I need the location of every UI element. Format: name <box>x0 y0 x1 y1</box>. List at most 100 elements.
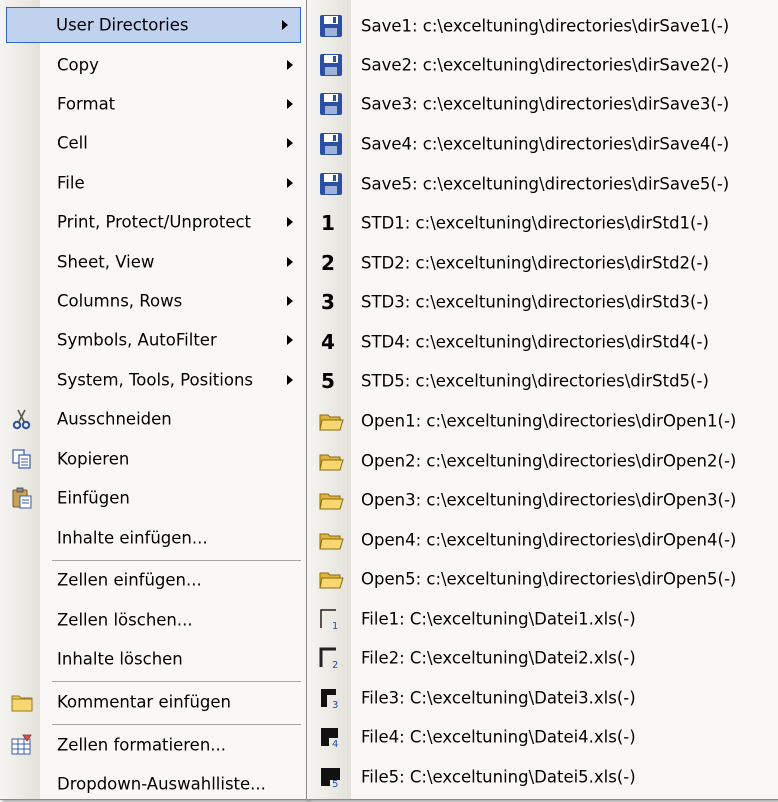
submenu-item-file5[interactable]: 5 File5: C:\exceltuning\Datei5.xls(-) <box>309 758 776 796</box>
submenu-item-file2[interactable]: 2 File2: C:\exceltuning\Datei2.xls(-) <box>309 639 776 677</box>
number-4-icon: 4 <box>321 330 335 354</box>
open-folder-icon <box>318 448 344 474</box>
menu-item-kommentar-einfuegen[interactable]: Kommentar einfügen <box>2 684 305 720</box>
submenu-item-label: STD4: c:\exceltuning\directories\dirStd4… <box>361 332 709 352</box>
open-folder-icon <box>318 408 344 434</box>
submenu-item-label: Save2: c:\exceltuning\directories\dirSav… <box>361 55 730 75</box>
submenu-item-std1[interactable]: 1 STD1: c:\exceltuning\directories\dirSt… <box>309 204 776 242</box>
menu-item-symbols-autofilter[interactable]: Symbols, AutoFilter <box>2 322 305 358</box>
save-icon <box>318 13 344 39</box>
menu-item-label: Kommentar einfügen <box>57 692 231 712</box>
svg-text:2: 2 <box>332 660 338 671</box>
menu-item-label: File <box>57 173 85 193</box>
menu-item-dropdown-auswahlliste[interactable]: Dropdown-Auswahlliste... <box>2 766 305 802</box>
menu-item-copy[interactable]: Copy <box>2 47 305 83</box>
submenu-arrow-icon <box>287 60 293 70</box>
submenu-item-label: Open1: c:\exceltuning\directories\dirOpe… <box>361 411 737 431</box>
menu-separator <box>52 681 301 682</box>
svg-text:1: 1 <box>332 621 338 632</box>
save-icon <box>318 91 344 117</box>
menu-item-print-protect[interactable]: Print, Protect/Unprotect <box>2 204 305 240</box>
submenu-item-label: File1: C:\exceltuning\Datei1.xls(-) <box>361 609 636 629</box>
menu-item-einfuegen[interactable]: Einfügen <box>2 480 305 516</box>
save-icon <box>318 131 344 157</box>
submenu-item-label: STD2: c:\exceltuning\directories\dirStd2… <box>361 253 709 273</box>
menu-item-zellen-einfuegen[interactable]: Zellen einfügen... <box>2 562 305 598</box>
file-2-icon: 2 <box>318 645 344 671</box>
file-4-icon: 4 <box>318 724 344 750</box>
submenu-arrow-icon <box>287 217 293 227</box>
menu-item-cell[interactable]: Cell <box>2 125 305 161</box>
menu-item-sheet-view[interactable]: Sheet, View <box>2 244 305 280</box>
menu-item-file[interactable]: File <box>2 165 305 201</box>
menu-item-zellen-loeschen[interactable]: Zellen löschen... <box>2 602 305 638</box>
menu-item-kopieren[interactable]: Kopieren <box>2 441 305 477</box>
menu-item-label: Columns, Rows <box>57 291 183 311</box>
menu-separator <box>52 724 301 725</box>
submenu-item-label: STD1: c:\exceltuning\directories\dirStd1… <box>361 213 709 233</box>
menu-item-label: Einfügen <box>57 488 130 508</box>
menu-item-label: Zellen einfügen... <box>57 570 202 590</box>
submenu-arrow-icon <box>287 375 293 385</box>
menu-separator <box>52 560 301 561</box>
open-folder-icon <box>318 566 344 592</box>
submenu-item-label: File2: C:\exceltuning\Datei2.xls(-) <box>361 648 636 668</box>
format-cells-icon <box>10 733 34 757</box>
submenu-item-label: Save1: c:\exceltuning\directories\dirSav… <box>361 16 730 36</box>
menu-item-label: Zellen formatieren... <box>57 735 227 755</box>
submenu-item-open4[interactable]: Open4: c:\exceltuning\directories\dirOpe… <box>309 521 776 559</box>
submenu-item-label: File5: C:\exceltuning\Datei5.xls(-) <box>361 767 636 787</box>
menu-item-user-directories[interactable]: User Directories <box>6 7 301 43</box>
number-3-icon: 3 <box>321 290 335 314</box>
number-1-icon: 1 <box>321 211 335 235</box>
menu-item-label: Ausschneiden <box>57 409 172 429</box>
submenu-item-save3[interactable]: Save3: c:\exceltuning\directories\dirSav… <box>309 85 776 123</box>
menu-item-label: System, Tools, Positions <box>57 370 253 390</box>
save-icon <box>318 171 344 197</box>
submenu-item-save5[interactable]: Save5: c:\exceltuning\directories\dirSav… <box>309 165 776 203</box>
submenu-item-open1[interactable]: Open1: c:\exceltuning\directories\dirOpe… <box>309 402 776 440</box>
submenu-item-label: STD3: c:\exceltuning\directories\dirStd3… <box>361 292 709 312</box>
submenu-item-save4[interactable]: Save4: c:\exceltuning\directories\dirSav… <box>309 125 776 163</box>
submenu-item-save2[interactable]: Save2: c:\exceltuning\directories\dirSav… <box>309 46 776 84</box>
submenu-arrow-icon <box>287 99 293 109</box>
menu-item-cut[interactable]: Ausschneiden <box>2 401 305 437</box>
submenu-item-std5[interactable]: 5 STD5: c:\exceltuning\directories\dirSt… <box>309 362 776 400</box>
menu-item-inhalte-loeschen[interactable]: Inhalte löschen <box>2 641 305 677</box>
menu-item-format[interactable]: Format <box>2 86 305 122</box>
menu-item-label: Dropdown-Auswahlliste... <box>57 774 266 794</box>
menu-item-zellen-formatieren[interactable]: Zellen formatieren... <box>2 727 305 763</box>
submenu-item-std4[interactable]: 4 STD4: c:\exceltuning\directories\dirSt… <box>309 323 776 361</box>
submenu-item-file3[interactable]: 3 File3: C:\exceltuning\Datei3.xls(-) <box>309 679 776 717</box>
submenu-item-label: Save3: c:\exceltuning\directories\dirSav… <box>361 94 730 114</box>
save-icon <box>318 52 344 78</box>
submenu-arrow-icon <box>287 335 293 345</box>
submenu-item-open5[interactable]: Open5: c:\exceltuning\directories\dirOpe… <box>309 560 776 598</box>
submenu-item-open2[interactable]: Open2: c:\exceltuning\directories\dirOpe… <box>309 442 776 480</box>
submenu-item-label: Save4: c:\exceltuning\directories\dirSav… <box>361 134 730 154</box>
menu-item-inhalte-einfuegen[interactable]: Inhalte einfügen... <box>2 520 305 556</box>
context-menu: User Directories Copy Format Cell File P… <box>0 0 308 800</box>
submenu-item-file1[interactable]: 1 File1: C:\exceltuning\Datei1.xls(-) <box>309 600 776 638</box>
submenu-item-open3[interactable]: Open3: c:\exceltuning\directories\dirOpe… <box>309 481 776 519</box>
submenu-item-std2[interactable]: 2 STD2: c:\exceltuning\directories\dirSt… <box>309 244 776 282</box>
menu-item-system-tools[interactable]: System, Tools, Positions <box>2 362 305 398</box>
submenu-item-save1[interactable]: Save1: c:\exceltuning\directories\dirSav… <box>309 7 776 45</box>
menu-item-label: Cell <box>57 133 88 153</box>
submenu-item-label: Open4: c:\exceltuning\directories\dirOpe… <box>361 530 737 550</box>
submenu-item-file4[interactable]: 4 File4: C:\exceltuning\Datei4.xls(-) <box>309 718 776 756</box>
submenu-item-std3[interactable]: 3 STD3: c:\exceltuning\directories\dirSt… <box>309 283 776 321</box>
scissors-icon <box>10 407 34 431</box>
open-folder-icon <box>318 527 344 553</box>
submenu-arrow-icon <box>287 138 293 148</box>
open-folder-icon <box>318 487 344 513</box>
submenu-arrow-icon <box>282 20 288 30</box>
number-5-icon: 5 <box>321 369 335 393</box>
file-5-icon: 5 <box>318 764 344 790</box>
paste-icon <box>10 486 34 510</box>
menu-item-columns-rows[interactable]: Columns, Rows <box>2 283 305 319</box>
submenu-item-label: STD5: c:\exceltuning\directories\dirStd5… <box>361 371 709 391</box>
menu-item-label: Kopieren <box>57 449 130 469</box>
menu-item-label: Inhalte einfügen... <box>57 528 208 548</box>
submenu-item-label: Save5: c:\exceltuning\directories\dirSav… <box>361 174 730 194</box>
